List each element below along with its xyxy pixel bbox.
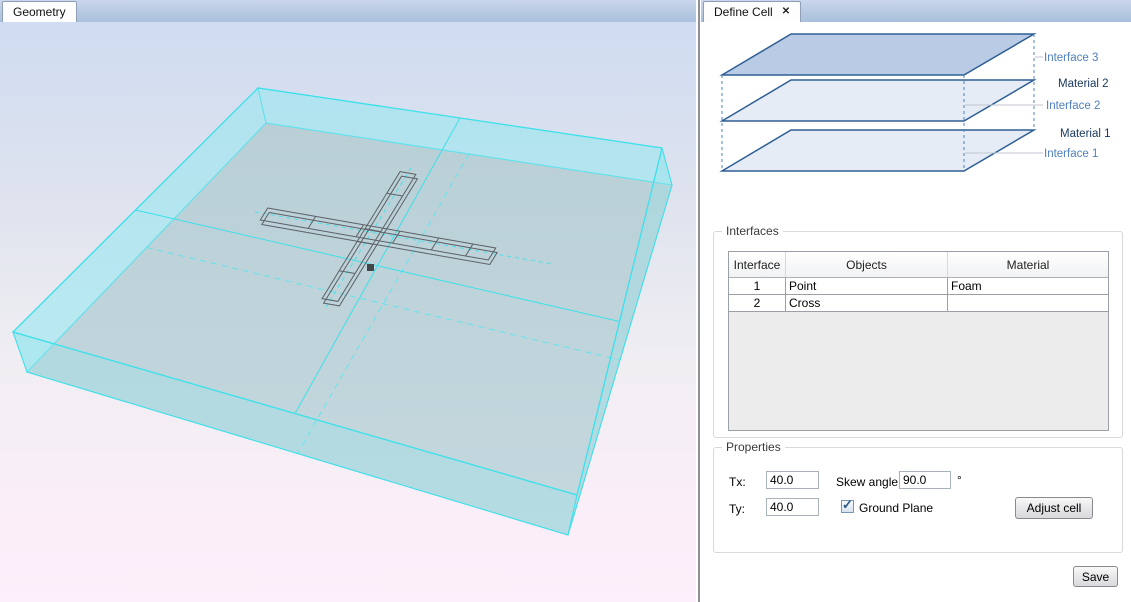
- column-header-interface: Interface: [729, 252, 786, 277]
- layer-bottom: [722, 130, 1034, 171]
- label-interface-1: Interface 1: [1044, 148, 1098, 160]
- checkmark-icon: ✓: [842, 497, 853, 513]
- table-row[interactable]: 1 Point Foam: [729, 278, 1108, 295]
- tab-geometry-label: Geometry: [13, 5, 66, 19]
- tx-label: Tx:: [729, 475, 746, 489]
- cell-interface[interactable]: 2: [729, 295, 786, 311]
- label-material-1: Material 1: [1060, 128, 1111, 140]
- interfaces-groupbox: Interfaces Interface Objects Material 1 …: [713, 231, 1123, 438]
- ty-label: Ty:: [729, 502, 745, 516]
- save-button[interactable]: Save: [1073, 566, 1118, 587]
- cell-material[interactable]: [948, 295, 1108, 311]
- cell-objects[interactable]: Point: [786, 278, 948, 294]
- adjust-cell-button[interactable]: Adjust cell: [1015, 497, 1093, 519]
- label-interface-2: Interface 2: [1046, 100, 1100, 112]
- properties-groupbox: Properties Tx: Skew angle: ° Ty: ✓ Groun…: [713, 447, 1123, 553]
- layer-top: [722, 34, 1034, 75]
- define-cell-tabbar: Define Cell ✕: [701, 0, 1131, 22]
- 3d-scene: [0, 22, 696, 602]
- label-material-2: Material 2: [1058, 78, 1109, 90]
- cell-material[interactable]: Foam: [948, 278, 1108, 294]
- origin-marker: [367, 264, 374, 271]
- column-header-material: Material: [948, 252, 1108, 277]
- tab-close-icon[interactable]: ✕: [782, 7, 790, 17]
- degree-symbol: °: [957, 473, 962, 487]
- interfaces-table[interactable]: Interface Objects Material 1 Point Foam …: [728, 251, 1109, 431]
- ty-input[interactable]: [766, 498, 819, 516]
- ground-plane-label: Ground Plane: [859, 501, 933, 515]
- skew-angle-input[interactable]: [899, 471, 951, 489]
- ground-plane-checkbox[interactable]: ✓: [841, 500, 854, 513]
- column-header-objects: Objects: [786, 252, 948, 277]
- define-cell-panel: Interface 3 Material 2 Interface 2 Mater…: [701, 22, 1131, 602]
- interfaces-group-title: Interfaces: [722, 225, 783, 238]
- properties-group-title: Properties: [722, 441, 785, 454]
- tab-define-cell-label: Define Cell: [714, 5, 773, 19]
- label-interface-3: Interface 3: [1044, 52, 1098, 64]
- cell-objects[interactable]: Cross: [786, 295, 948, 311]
- tx-input[interactable]: [766, 471, 819, 489]
- interfaces-table-header: Interface Objects Material: [729, 252, 1108, 278]
- layer-middle: [722, 80, 1034, 121]
- cell-interface[interactable]: 1: [729, 278, 786, 294]
- table-row[interactable]: 2 Cross: [729, 295, 1108, 312]
- geometry-3d-viewport[interactable]: [0, 22, 696, 602]
- tab-geometry[interactable]: Geometry: [2, 1, 77, 22]
- layer-stack-diagram: Interface 3 Material 2 Interface 2 Mater…: [701, 30, 1131, 215]
- tab-define-cell[interactable]: Define Cell ✕: [703, 1, 801, 22]
- geometry-tabbar: Geometry: [0, 0, 696, 22]
- skew-angle-label: Skew angle:: [836, 475, 901, 489]
